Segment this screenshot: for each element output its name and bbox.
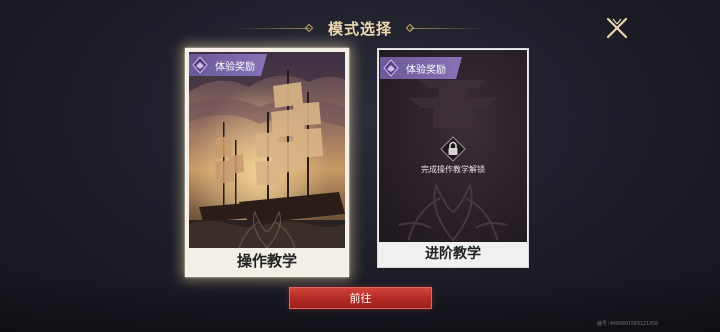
reward-tag: 体验奖励 xyxy=(380,57,462,79)
reward-tag: 体验奖励 xyxy=(189,54,267,76)
title-line-right xyxy=(410,28,488,29)
reward-tag-label: 体验奖励 xyxy=(215,61,255,73)
lock-icon xyxy=(440,136,466,162)
page-title: 模式选择 xyxy=(327,20,392,38)
go-button[interactable]: 前往 xyxy=(289,287,432,309)
title-line-left xyxy=(232,28,310,29)
unlock-hint: 完成操作教学解锁 xyxy=(421,165,485,174)
card-title: 操作教学 xyxy=(236,252,297,270)
card-artwork-ships xyxy=(189,52,345,248)
reward-tag-label: 体验奖励 xyxy=(406,64,446,76)
close-button[interactable] xyxy=(604,16,630,40)
gem-icon xyxy=(380,57,402,79)
title-ornament-left xyxy=(304,23,314,33)
mode-card-advanced[interactable]: 完成操作教学解锁 体验奖励 进阶教学 xyxy=(377,48,529,268)
mode-card-basic[interactable]: 体验奖励 操作教学 xyxy=(185,48,349,277)
close-x-icon xyxy=(606,17,628,39)
player-uid: 编号:4009801583121350 xyxy=(596,321,658,327)
card-title: 进阶教学 xyxy=(425,246,481,262)
gem-icon xyxy=(189,54,211,76)
